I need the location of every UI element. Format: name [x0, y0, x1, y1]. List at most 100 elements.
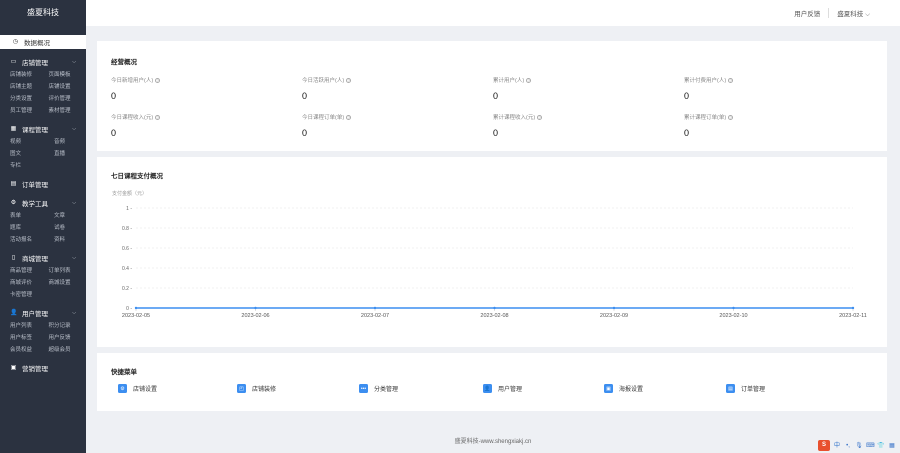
quick-menu-label: 店铺设置 [133, 387, 158, 393]
toolbox-icon[interactable]: ▦ [888, 442, 896, 450]
chevron-down-icon: ⌵ [72, 126, 76, 132]
metric-label: 累计课程收入(元)? [493, 113, 653, 121]
sidebar-section-2[interactable]: ▤ 订单管理 [0, 178, 86, 190]
chevron-down-icon: ⌵ [72, 310, 76, 316]
footer-copyright: 盛夏科技-www.shengxiakj.cn [454, 439, 532, 445]
info-icon[interactable]: ? [155, 77, 161, 83]
metric-label-text: 今日课程订单(单) [302, 115, 345, 121]
sidebar-item[interactable]: 商城评价 [10, 278, 43, 288]
section-title: 经营概况 [111, 59, 137, 66]
sidebar-subitems: 表单 文章 题库 试卷 活动报名 资料 [0, 211, 86, 245]
quick-menu-item[interactable]: 👤 用户管理 [483, 384, 522, 393]
metric-item: 累计课程收入(元)? 0 [493, 113, 653, 138]
info-icon[interactable]: ? [155, 114, 161, 120]
quick-menu-item[interactable]: ▣ 海报设置 [604, 384, 643, 393]
metric-item: 今日活跃用户(人)? 0 [302, 76, 462, 101]
quick-menu-label: 分类管理 [374, 387, 399, 393]
info-icon[interactable]: ? [728, 77, 734, 83]
sidebar-section-3[interactable]: ⚙ 教学工具 ⌵ [0, 197, 86, 209]
sidebar-item[interactable]: 会员权益 [10, 345, 43, 355]
sidebar-item[interactable]: 素材管理 [43, 106, 76, 116]
clock-icon: ◷ [12, 38, 19, 45]
quick-menu-card: 快捷菜单 ⚙ 店铺设置 ◰ 店铺装修 ••• 分类管理 👤 用户管理 ▣ 海报设置 ▤ 订单管理 [97, 353, 887, 411]
sidebar-item[interactable]: 超级会员 [43, 345, 76, 355]
sidebar-section-1[interactable]: ▦ 课程管理 ⌵ [0, 123, 86, 135]
sidebar-item[interactable]: 分类设置 [10, 94, 43, 104]
sidebar-subitems: 商品管理 订单列表 商城评价 商城设置 卡密管理 [0, 266, 86, 300]
metric-label-text: 累计用户(人) [493, 78, 525, 84]
y-tick-label: 0.4 - [122, 266, 132, 272]
sidebar-item-dashboard[interactable]: ◷ 数据概况 [0, 35, 86, 49]
metric-value: 0 [493, 91, 499, 101]
sidebar-item[interactable]: 用户反馈 [43, 333, 76, 343]
sidebar-item[interactable]: 图文 [10, 149, 43, 159]
metric-label: 今日新增用户(人)? [111, 76, 271, 84]
order-icon: ▤ [726, 384, 735, 393]
sidebar-item[interactable]: 员工管理 [10, 106, 43, 116]
data-point [373, 306, 377, 310]
data-point [612, 306, 616, 310]
sidebar-item[interactable]: 专栏 [10, 161, 43, 171]
sidebar-item[interactable]: 卡密管理 [10, 290, 43, 300]
sidebar-section-5[interactable]: 👤 用户管理 ⌵ [0, 307, 86, 319]
info-icon[interactable]: ? [526, 77, 532, 83]
quick-menu-item[interactable]: ⚙ 店铺设置 [118, 384, 157, 393]
sidebar-subitems: 店铺装修 页面模板 店铺主题 店铺设置 分类设置 评价管理 员工管理 素材管理 [0, 70, 86, 116]
metric-value: 0 [493, 128, 499, 138]
sidebar-item[interactable]: 题库 [10, 223, 43, 233]
sogou-ime-icon[interactable]: S [818, 440, 830, 451]
sidebar-item[interactable]: 资料 [43, 235, 76, 245]
sidebar-item[interactable]: 店铺装修 [10, 70, 43, 80]
course-icon: ▦ [10, 125, 17, 132]
info-icon[interactable]: ? [537, 114, 543, 120]
sidebar-item[interactable]: 直播 [43, 149, 76, 159]
gear-icon: ⚙ [118, 384, 127, 393]
sidebar-section-6[interactable]: ▣ 营销管理 [0, 362, 86, 374]
feedback-link[interactable]: 用户反馈 [794, 8, 820, 18]
sidebar-item[interactable]: 文章 [43, 211, 76, 221]
company-dropdown[interactable]: 盛夏科技 ⌵ [837, 8, 870, 19]
info-icon[interactable]: ? [346, 77, 352, 83]
sidebar-item[interactable]: 订单列表 [43, 266, 76, 276]
sidebar-item[interactable]: 用户列表 [10, 321, 43, 331]
sidebar-item[interactable]: 试卷 [43, 223, 76, 233]
metric-label-text: 累计付费用户(人) [684, 78, 727, 84]
keyboard-icon[interactable]: ⌨ [866, 442, 875, 450]
chevron-down-icon: ⌵ [72, 200, 76, 206]
brand-logo: 盛夏科技 [27, 8, 59, 17]
quick-menu-label: 用户管理 [498, 387, 523, 393]
microphone-icon[interactable]: 🎙 [855, 442, 863, 450]
quick-menu-item[interactable]: ◰ 店铺装修 [237, 384, 276, 393]
sidebar-item[interactable]: 店铺设置 [43, 82, 76, 92]
quick-menu-item[interactable]: ••• 分类管理 [359, 384, 398, 393]
sidebar-item[interactable]: 商品管理 [10, 266, 43, 276]
sidebar-item[interactable]: 活动报名 [10, 235, 43, 245]
sidebar-item[interactable]: 积分记录 [43, 321, 76, 331]
sidebar-item[interactable]: 店铺主题 [10, 82, 43, 92]
punctuation-icon[interactable]: •, [844, 442, 852, 450]
divider [828, 8, 830, 18]
sidebar-item[interactable]: 商城设置 [43, 278, 76, 288]
sidebar-section-0[interactable]: ▭ 店铺管理 ⌵ [0, 56, 86, 68]
sidebar-item[interactable]: 用户标签 [10, 333, 43, 343]
top-bar: 用户反馈 盛夏科技 ⌵ [86, 0, 900, 26]
ime-language[interactable]: 中 [833, 442, 841, 450]
sidebar-section-4[interactable]: ▯ 商城管理 ⌵ [0, 252, 86, 264]
y-tick-label: 1 - [126, 206, 132, 212]
sidebar-item[interactable]: 音频 [43, 137, 76, 147]
sidebar-section-label: 店铺管理 [22, 60, 48, 67]
info-icon[interactable]: ? [346, 114, 352, 120]
sidebar: 盛夏科技 ◷ 数据概况 ▭ 店铺管理 ⌵ 店铺装修 页面模板 店铺主题 店铺设置 分类设置 评价管… [0, 0, 86, 453]
sidebar-item[interactable]: 评价管理 [43, 94, 76, 104]
sidebar-item[interactable]: 表单 [10, 211, 43, 221]
store-icon: ▭ [10, 58, 17, 65]
quick-menu-item[interactable]: ▤ 订单管理 [726, 384, 765, 393]
sidebar-item[interactable]: 页面模板 [43, 70, 76, 80]
skin-icon[interactable]: 👕 [877, 442, 885, 450]
x-tick-label: 2023-02-10 [719, 313, 747, 319]
marketing-icon: ▣ [10, 364, 17, 371]
data-point [493, 306, 496, 310]
info-icon[interactable]: ? [728, 114, 734, 120]
sidebar-item[interactable]: 视频 [10, 137, 43, 147]
decorate-icon: ◰ [237, 384, 246, 393]
